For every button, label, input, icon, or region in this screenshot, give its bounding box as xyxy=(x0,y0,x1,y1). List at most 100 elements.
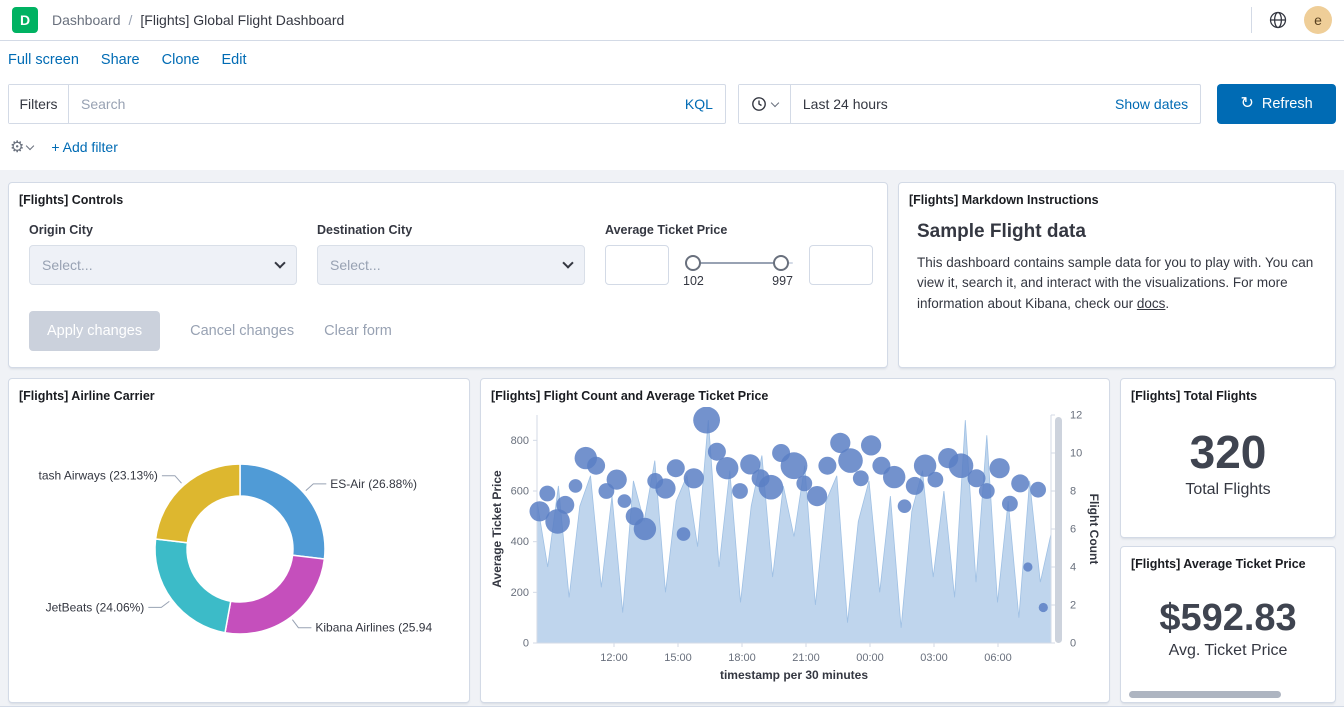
flight-count-bubble[interactable] xyxy=(838,448,863,473)
flight-count-bubble[interactable] xyxy=(569,479,583,493)
page-title: [Flights] Global Flight Dashboard xyxy=(140,12,344,28)
price-min-input[interactable] xyxy=(605,245,669,285)
left-axis-tick-label: 800 xyxy=(511,435,529,447)
flight-count-bubble[interactable] xyxy=(732,483,748,499)
destination-city-control: Destination City Select... xyxy=(317,223,585,285)
chevron-down-icon xyxy=(562,257,573,268)
flight-count-bubble[interactable] xyxy=(667,459,685,477)
kibana-dashboard-page: D Dashboard / [Flights] Global Flight Da… xyxy=(0,0,1344,711)
flight-count-bubble[interactable] xyxy=(979,483,995,499)
donut-slice[interactable] xyxy=(225,555,324,634)
donut-label-line xyxy=(292,620,311,628)
x-axis-tick-label: 00:00 xyxy=(856,652,884,664)
destination-city-select[interactable]: Select... xyxy=(317,245,585,285)
origin-city-select[interactable]: Select... xyxy=(29,245,297,285)
flight-count-bubble[interactable] xyxy=(796,476,812,492)
total-flights-label: Total Flights xyxy=(1185,481,1270,499)
header-actions: e xyxy=(1251,6,1332,34)
dashboard-grid: [Flights] Controls Origin City Select...… xyxy=(0,170,1344,711)
clear-form-button[interactable]: Clear form xyxy=(324,323,392,339)
donut-slice[interactable] xyxy=(155,539,231,633)
refresh-button[interactable]: ↻ Refresh xyxy=(1217,84,1336,124)
full-screen-link[interactable]: Full screen xyxy=(8,52,79,68)
flight-count-bubble[interactable] xyxy=(898,499,912,513)
flight-count-bubble[interactable] xyxy=(818,457,836,475)
flight-count-bubble[interactable] xyxy=(556,496,574,514)
flight-count-bubble[interactable] xyxy=(807,486,827,506)
flight-count-bubble[interactable] xyxy=(1023,562,1032,571)
time-range-value[interactable]: Last 24 hours xyxy=(791,96,1103,112)
flight-count-bubble[interactable] xyxy=(781,452,808,479)
price-range-row: 102 997 xyxy=(605,245,873,285)
x-axis-tick-label: 12:00 xyxy=(600,652,628,664)
search-input[interactable] xyxy=(69,85,673,123)
destination-city-label: Destination City xyxy=(317,223,585,237)
time-picker-quick-menu[interactable] xyxy=(739,85,791,123)
flight-count-bubble[interactable] xyxy=(1030,482,1046,498)
price-max-input[interactable] xyxy=(809,245,873,285)
flight-count-bubble[interactable] xyxy=(1011,474,1029,492)
origin-city-control: Origin City Select... xyxy=(29,223,297,285)
flight-count-bubble[interactable] xyxy=(1002,496,1018,512)
flight-count-bubble[interactable] xyxy=(677,527,691,541)
flight-count-bubble[interactable] xyxy=(693,407,720,434)
filters-button[interactable]: Filters xyxy=(9,85,69,123)
donut-label-line xyxy=(148,601,169,607)
x-axis-tick-label: 21:00 xyxy=(792,652,820,664)
breadcrumb-separator: / xyxy=(129,12,133,28)
flight-count-bubble[interactable] xyxy=(684,468,704,488)
panel-title: [Flights] Total Flights xyxy=(1129,387,1327,403)
filter-settings-button[interactable]: ⚙ xyxy=(10,137,33,157)
flight-count-bubble[interactable] xyxy=(539,486,555,502)
chart-vertical-scrollbar[interactable] xyxy=(1055,417,1062,643)
kql-toggle[interactable]: KQL xyxy=(673,85,725,123)
docs-link[interactable]: docs xyxy=(1137,296,1166,311)
controls-buttons: Apply changes Cancel changes Clear form xyxy=(29,311,392,351)
flight-count-bubble[interactable] xyxy=(883,466,905,488)
show-dates-link[interactable]: Show dates xyxy=(1103,96,1200,112)
donut-slice[interactable] xyxy=(240,464,325,559)
donut-label-line xyxy=(306,484,327,491)
airline-carrier-donut-chart[interactable]: ES-Air (26.88%)Kibana Airlines (25.94Jet… xyxy=(17,403,461,703)
flight-count-bubble[interactable] xyxy=(587,457,605,475)
flight-count-bubble[interactable] xyxy=(861,435,881,455)
flight-count-bubble[interactable] xyxy=(928,472,944,488)
flight-count-bubble[interactable] xyxy=(634,518,656,540)
flight-count-bubble[interactable] xyxy=(655,478,675,498)
panel-title: [Flights] Flight Count and Average Ticke… xyxy=(489,387,1101,403)
right-axis-tick-label: 2 xyxy=(1070,600,1076,612)
flight-count-bubble[interactable] xyxy=(853,470,869,486)
avg-ticket-price-metric: $592.83 Avg. Ticket Price xyxy=(1129,571,1327,686)
space-avatar-icon[interactable]: D xyxy=(12,7,38,33)
flight-count-bubble[interactable] xyxy=(1039,603,1048,612)
cancel-changes-button[interactable]: Cancel changes xyxy=(190,323,294,339)
flight-count-bubble[interactable] xyxy=(607,470,627,490)
breadcrumb-dashboard[interactable]: Dashboard xyxy=(52,12,121,28)
origin-city-label: Origin City xyxy=(29,223,297,237)
flight-count-area-chart[interactable]: 020040060080002468101212:0015:0018:0021:… xyxy=(489,407,1101,691)
flight-count-bubble[interactable] xyxy=(618,494,632,508)
apply-changes-button[interactable]: Apply changes xyxy=(29,311,160,351)
right-axis-tick-label: 8 xyxy=(1070,486,1076,498)
share-link[interactable]: Share xyxy=(101,52,140,68)
edit-link[interactable]: Edit xyxy=(222,52,247,68)
donut-label-line xyxy=(162,476,182,484)
user-avatar[interactable]: e xyxy=(1304,6,1332,34)
left-axis-tick-label: 200 xyxy=(511,587,529,599)
flight-count-bubble[interactable] xyxy=(716,457,738,479)
total-flights-metric: 320 Total Flights xyxy=(1129,403,1327,521)
slider-handle-max[interactable] xyxy=(773,255,789,271)
slider-handle-min[interactable] xyxy=(685,255,701,271)
avg-ticket-price-control: Average Ticket Price 102 997 xyxy=(605,223,873,285)
clone-link[interactable]: Clone xyxy=(162,52,200,68)
right-axis-tick-label: 10 xyxy=(1070,448,1082,460)
globe-icon[interactable] xyxy=(1268,10,1288,30)
horizontal-scrollbar[interactable] xyxy=(1129,691,1281,698)
add-filter-link[interactable]: + Add filter xyxy=(51,139,118,155)
clock-icon xyxy=(751,96,767,112)
flight-count-bubble[interactable] xyxy=(906,477,924,495)
flight-count-bubble[interactable] xyxy=(990,458,1010,478)
x-axis-tick-label: 18:00 xyxy=(728,652,756,664)
flight-count-bubble[interactable] xyxy=(759,475,784,500)
right-axis-tick-label: 0 xyxy=(1070,638,1076,650)
